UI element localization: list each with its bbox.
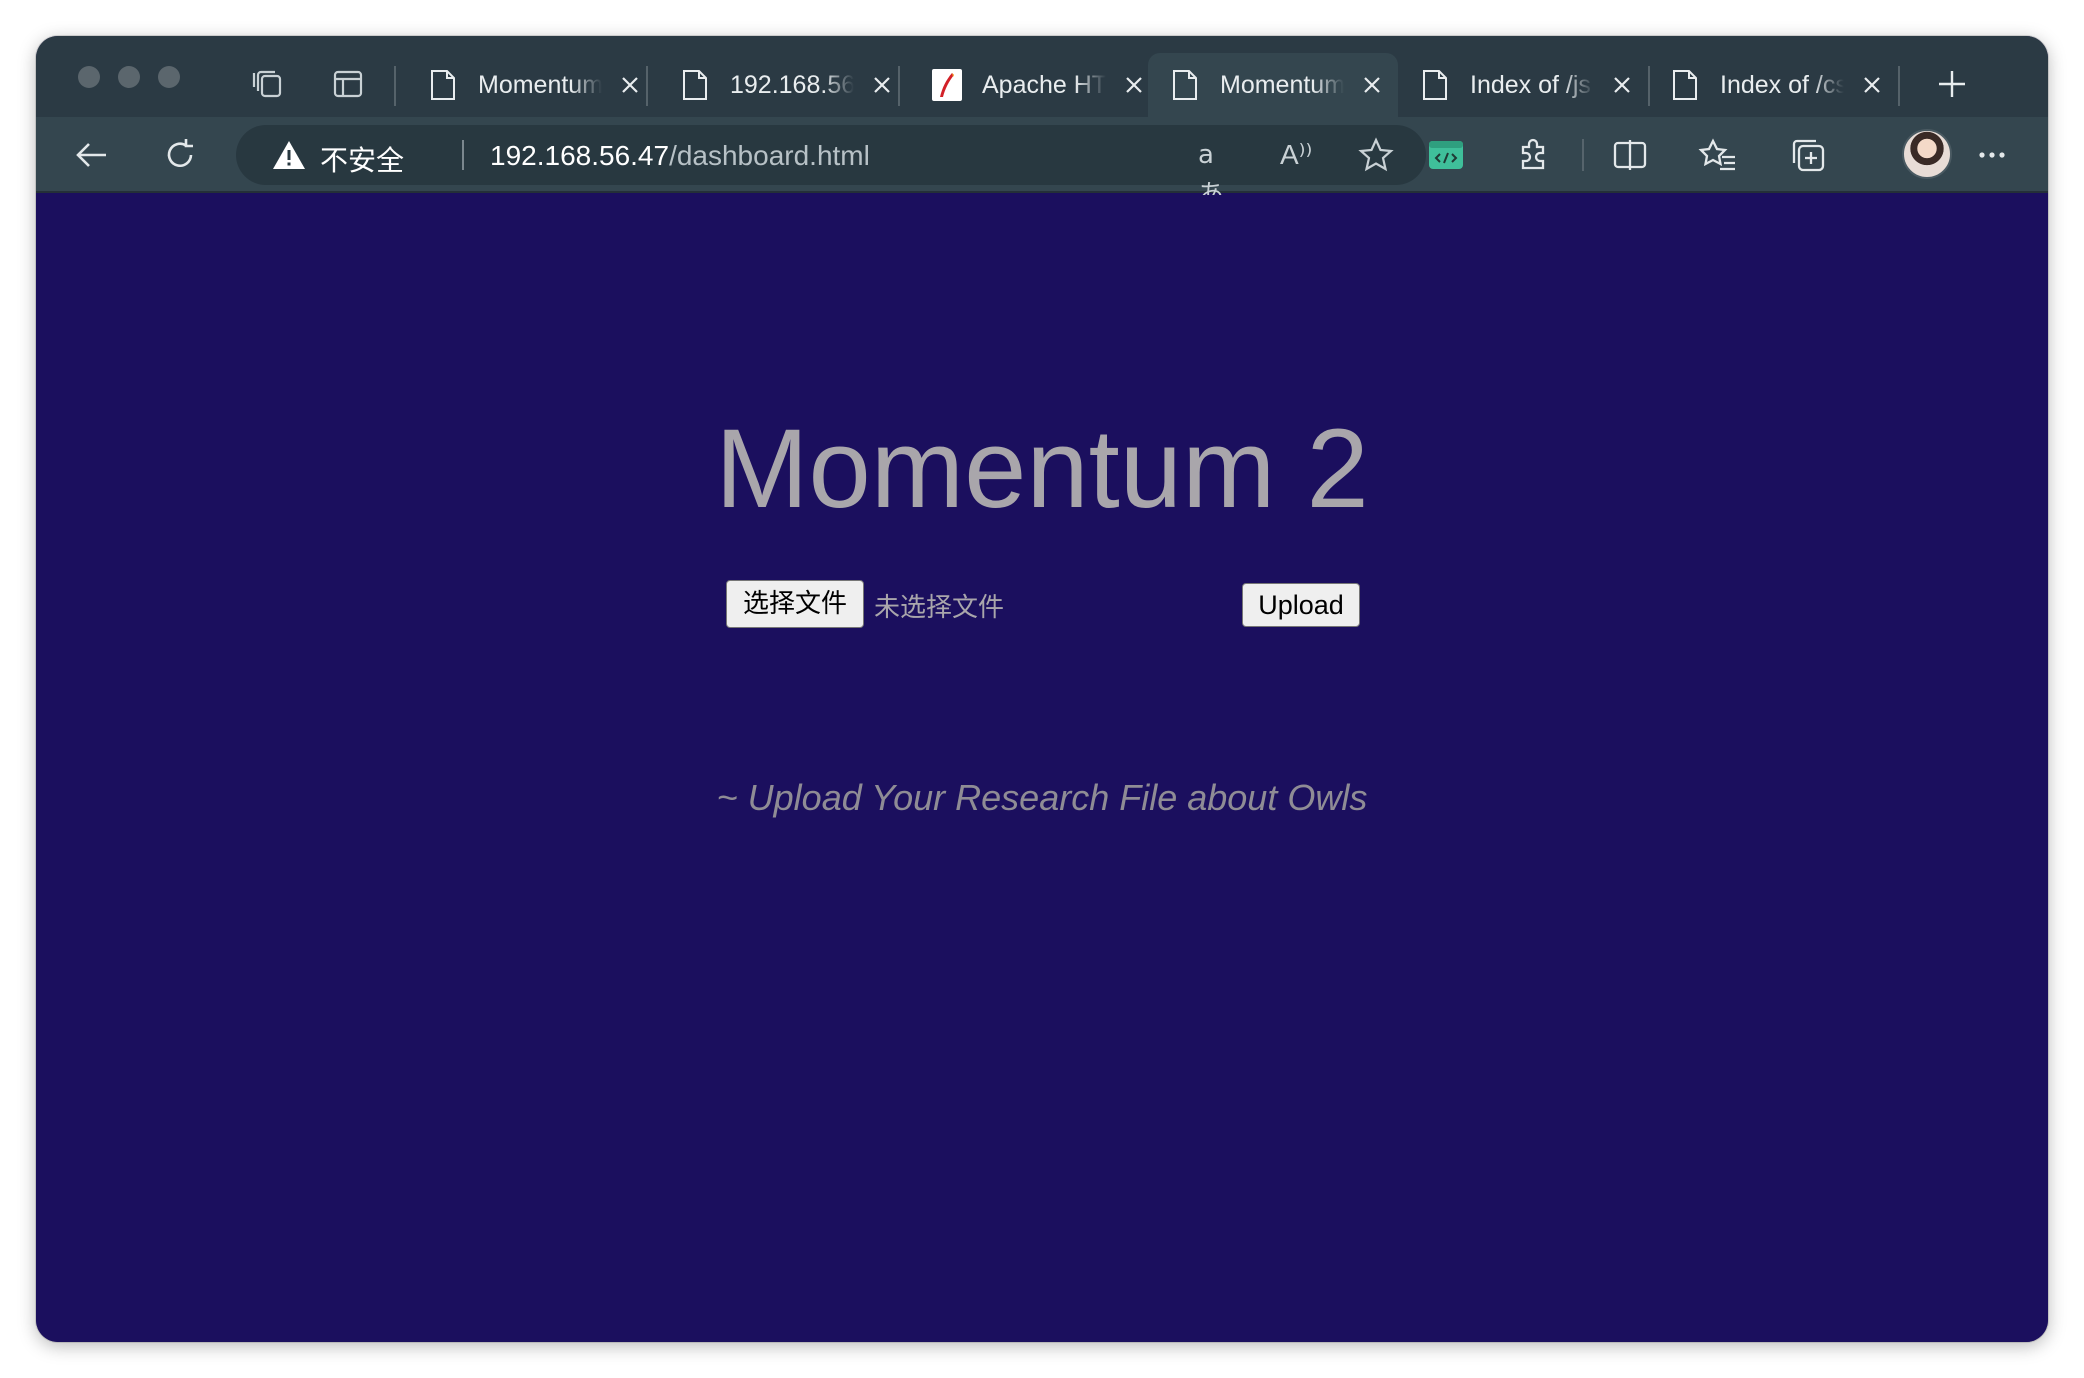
page-icon [1170,68,1200,102]
browser-window: Momentum 192.168.56.47 Apache HTTP [36,36,2048,1342]
favorites-icon[interactable] [1698,135,1738,175]
page-title: Momentum 2 [715,406,1369,531]
close-icon[interactable] [1358,71,1386,99]
split-screen-icon[interactable] [1610,135,1650,175]
favorite-star-icon[interactable] [1356,135,1396,175]
tab-index-of-js[interactable]: Index of /js [1398,53,1648,117]
tab-divider [898,66,900,106]
tab-divider [646,66,648,106]
browser-toolbar: 不安全 192.168.56.47/dashboard.html aあ A⁾⁾ [36,117,2048,210]
tab-title: Index of /js [1470,70,1591,99]
page-icon [428,68,458,102]
security-status-label[interactable]: 不安全 [320,139,404,179]
extensions-icon[interactable] [1514,135,1554,175]
close-icon[interactable] [1858,71,1886,99]
new-tab-icon[interactable] [1934,66,1970,102]
minimize-window-button[interactable] [118,66,140,88]
more-options-icon[interactable] [1972,135,2012,175]
translate-icon[interactable]: aあ [1198,135,1238,210]
profile-avatar[interactable] [1902,129,1952,179]
tab-divider [1898,66,1900,106]
read-aloud-icon[interactable]: A⁾⁾ [1280,135,1320,175]
back-icon[interactable] [72,135,112,175]
tab-title: Apache HTTP [982,70,1106,99]
workspaces-icon[interactable] [250,66,286,102]
tab-title: Momentum [1220,70,1344,99]
page-icon [1420,68,1450,102]
choose-file-button[interactable]: 选择文件 [726,580,864,628]
dev-tools-icon[interactable] [1426,135,1466,175]
close-icon[interactable] [868,71,896,99]
tab-actions-icon[interactable] [330,66,366,102]
warning-icon[interactable] [272,139,306,171]
address-divider [462,140,464,170]
tagline: ~ Upload Your Research File about Owls [716,777,1368,818]
page-icon [680,68,710,102]
url-host: 192.168.56.47 [490,140,670,171]
address-bar[interactable]: 不安全 192.168.56.47/dashboard.html aあ A⁾⁾ [236,125,1426,210]
tab-index-of-css[interactable]: Index of /css [1648,53,1898,117]
tab-title: 192.168.56.47 [730,70,854,99]
tab-momentum-active[interactable]: Momentum [1148,53,1398,117]
collections-icon[interactable] [1788,135,1828,175]
tab-192-168-56-47[interactable]: 192.168.56.47 [658,53,908,117]
tab-strip: Momentum 192.168.56.47 Apache HTTP [36,36,2048,117]
close-icon[interactable] [616,71,644,99]
tab-apache-http[interactable]: Apache HTTP [910,53,1160,117]
upload-button[interactable]: Upload [1242,583,1360,627]
page-icon [1670,68,1700,102]
apache-feather-icon [932,68,962,102]
tab-title: Index of /css [1720,70,1844,99]
close-icon[interactable] [1608,71,1636,99]
close-icon[interactable] [1120,71,1148,99]
page-content: Momentum 2 选择文件 未选择文件 Upload ~ Upload Yo… [36,195,2048,1342]
refresh-icon[interactable] [160,135,200,175]
url-text[interactable]: 192.168.56.47/dashboard.html [490,140,870,172]
no-file-chosen-label: 未选择文件 [874,593,1005,623]
close-window-button[interactable] [78,66,100,88]
tab-title: Momentum [478,70,602,99]
tab-momentum-1[interactable]: Momentum [406,53,656,117]
tab-divider [394,66,396,106]
maximize-window-button[interactable] [158,66,180,88]
url-path: /dashboard.html [669,140,870,171]
toolbar-divider [1582,139,1584,171]
